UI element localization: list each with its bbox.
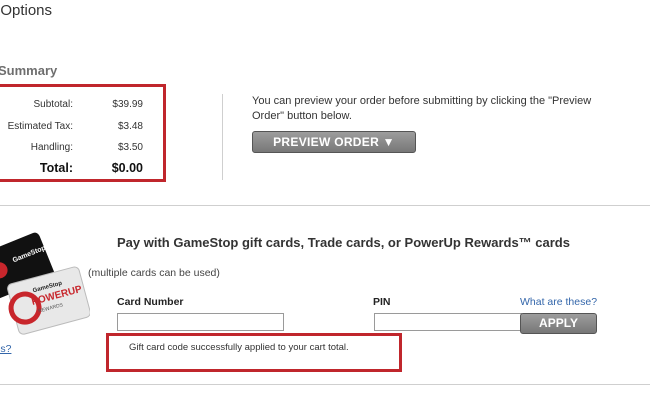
apply-button[interactable]: APPLY [520,313,597,334]
tax-label: Estimated Tax: [7,121,73,132]
card-number-input[interactable] [117,313,284,331]
page-title: t Options [0,2,53,19]
card-number-label: Card Number [117,296,184,308]
handling-label: Handling: [30,142,73,153]
bottom-divider [0,384,650,385]
section-divider [0,205,650,206]
handling-value: $3.50 [117,142,143,153]
pin-input[interactable] [374,313,522,331]
preview-instructions: You can preview your order before submit… [252,95,592,122]
multiple-cards-note: (multiple cards can be used) [88,267,220,279]
tax-value: $3.48 [117,121,143,132]
vertical-divider [222,94,223,180]
what-are-these-link[interactable]: What are these? [520,296,597,308]
pin-label: PIN [373,296,391,308]
preview-order-button[interactable]: PREVIEW ORDER ▼ [252,131,416,153]
gift-card-section-title: Pay with GameStop gift cards, Trade card… [117,235,570,250]
success-message-box: Gift card code successfully applied to y… [106,333,402,372]
gift-cards-image: GameStop GameStop POWERUP REWARDS [0,232,90,335]
subtotal-label: Subtotal: [33,99,73,110]
order-summary-box: Subtotal: $39.99 Estimated Tax: $3.48 Ha… [0,84,166,182]
summary-title: Summary [0,63,58,78]
total-value: $0.00 [111,161,143,175]
cutoff-link[interactable]: is? [0,343,11,355]
subtotal-value: $39.99 [112,99,143,110]
total-label: Total: [39,161,73,175]
success-message: Gift card code successfully applied to y… [129,342,349,353]
